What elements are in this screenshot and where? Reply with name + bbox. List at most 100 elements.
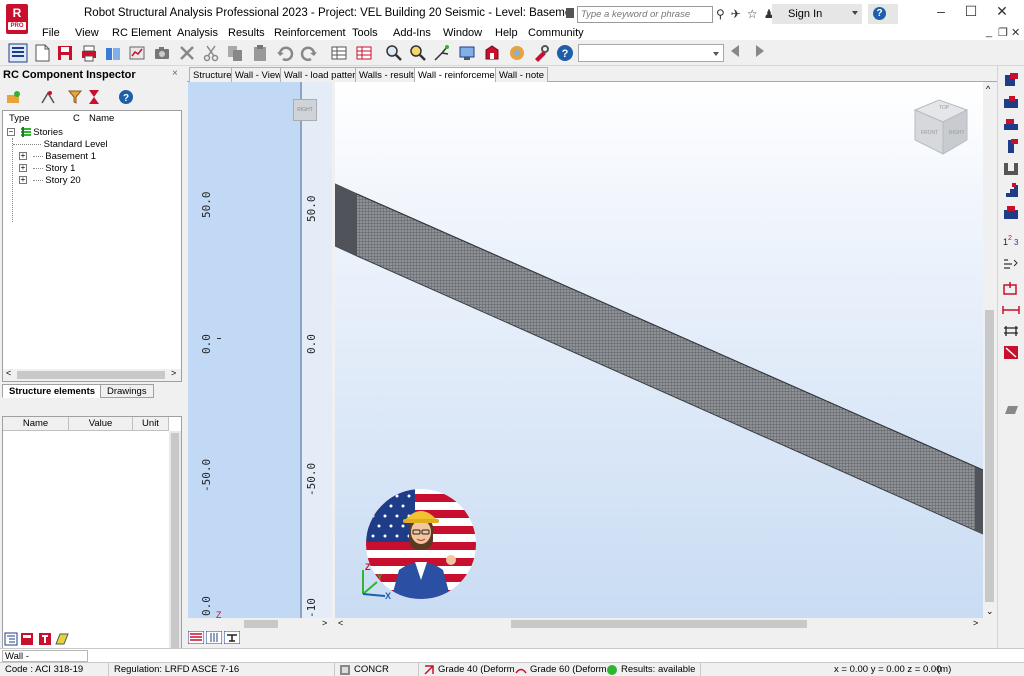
previous-arrow-icon[interactable] (731, 45, 739, 57)
menu-reinforcement[interactable]: Reinforcement (274, 27, 346, 39)
tree-view-icon[interactable] (4, 632, 18, 646)
view-cube[interactable]: TOP FRONT RIGHT (909, 96, 973, 160)
new-component-icon[interactable] (6, 89, 22, 105)
section-view-icon[interactable] (224, 631, 240, 644)
side-view-horizontal-scrollbar[interactable]: > (188, 618, 332, 630)
foundation-icon[interactable] (1002, 160, 1020, 176)
notes-icon[interactable] (55, 632, 69, 646)
columns-view-icon[interactable] (206, 631, 222, 644)
menu-analysis[interactable]: Analysis (177, 27, 218, 39)
tab-walls-results[interactable]: Walls - results (355, 67, 423, 82)
chevron-down-icon[interactable] (852, 11, 858, 15)
status-grade-2[interactable]: Grade 60 (Deform (530, 664, 607, 675)
sections-icon[interactable] (508, 44, 526, 62)
scissors-icon[interactable] (202, 44, 220, 62)
scroll-thumb[interactable] (17, 371, 165, 379)
sign-in-button[interactable]: Sign In (772, 4, 862, 24)
close-button[interactable]: ✕ (987, 3, 1017, 20)
screen-capture-icon[interactable] (153, 44, 171, 62)
help-icon[interactable]: ? (118, 89, 134, 105)
binoculars-icon[interactable]: ⚲ (716, 7, 725, 21)
status-material[interactable]: CONCR (354, 664, 389, 675)
help-icon[interactable]: ? (556, 44, 574, 62)
cut-icon[interactable] (178, 44, 196, 62)
app-logo[interactable]: R PRO (6, 4, 28, 34)
minimize-button[interactable]: – (926, 3, 956, 19)
help-button[interactable]: ? (868, 4, 898, 24)
menu-add-ins[interactable]: Add-Ins (393, 27, 431, 39)
structure-view-icon[interactable] (483, 44, 501, 62)
hourglass-icon[interactable] (86, 89, 102, 105)
tables-edit-icon[interactable] (355, 44, 373, 62)
tab-wall-note[interactable]: Wall - note (495, 67, 549, 82)
copy-icon[interactable] (226, 44, 244, 62)
rebar-icon[interactable] (1002, 322, 1020, 338)
scroll-left-icon[interactable]: < (6, 368, 11, 378)
scroll-down-icon[interactable]: ⌄ (986, 606, 994, 617)
next-arrow-icon[interactable] (756, 45, 764, 57)
tree-node-basement-1[interactable]: + Basement 1 (19, 151, 96, 162)
numbering-icon[interactable]: 123 (1002, 232, 1020, 248)
drawing-template-icon[interactable] (1002, 344, 1020, 360)
scroll-up-icon[interactable]: ^ (986, 84, 990, 94)
tree-node-standard-level[interactable]: Standard Level (13, 139, 108, 150)
redo-icon[interactable] (300, 44, 318, 62)
annotation-icon[interactable] (1002, 280, 1020, 296)
table-icon[interactable] (330, 44, 348, 62)
scroll-right-icon[interactable]: > (973, 618, 978, 628)
mdi-minimize-button[interactable]: _ (986, 26, 992, 38)
side-elevation-view[interactable]: RIGHT 50.0 0.0 -50.0 0.0 50.0 0.0 -50.0 … (188, 82, 332, 618)
print-icon[interactable] (80, 44, 98, 62)
tree-node-story-1[interactable]: + Story 1 (19, 163, 75, 174)
expand-icon[interactable]: + (19, 164, 27, 173)
title-expand-icon[interactable] (566, 8, 574, 18)
scroll-thumb[interactable] (511, 620, 807, 628)
status-grade-1[interactable]: Grade 40 (Deform (438, 664, 515, 675)
expand-icon[interactable]: + (19, 152, 27, 161)
paste-icon[interactable] (251, 44, 269, 62)
inspector-close-button[interactable]: × (172, 68, 178, 79)
expand-icon[interactable]: + (19, 176, 27, 185)
dimensions-icon[interactable] (1002, 256, 1020, 272)
zoom-icon[interactable] (385, 44, 403, 62)
command-input[interactable]: Wall - reinforcement (2, 650, 88, 673)
menu-rc-element[interactable]: RC Element (112, 27, 171, 39)
search-input[interactable]: Type a keyword or phrase (577, 6, 713, 23)
filter-icon[interactable] (68, 89, 84, 105)
panel-icon[interactable] (1002, 204, 1020, 220)
mdi-restore-button[interactable]: ❐ (998, 26, 1008, 39)
tab-structure-elements[interactable]: Structure elements (2, 384, 103, 398)
scroll-right-icon[interactable]: > (322, 618, 327, 628)
display-icon[interactable] (458, 44, 476, 62)
beam-icon[interactable] (1002, 116, 1020, 132)
menu-community[interactable]: Community (528, 27, 584, 39)
tab-wall-reinforcement[interactable]: Wall - reinforcement (414, 67, 507, 83)
template-icon[interactable] (38, 632, 52, 646)
print-preview-icon[interactable] (1002, 402, 1020, 418)
menu-help[interactable]: Help (495, 27, 518, 39)
scroll-thumb[interactable] (244, 620, 278, 628)
drawings-icon[interactable] (20, 632, 34, 646)
menu-view[interactable]: View (75, 27, 99, 39)
maximize-button[interactable]: ☐ (956, 3, 986, 20)
zoom-window-icon[interactable] (409, 44, 427, 62)
menu-results[interactable]: Results (228, 27, 265, 39)
save-icon[interactable] (56, 44, 74, 62)
select-icon[interactable] (433, 44, 451, 62)
scroll-thumb[interactable] (985, 310, 994, 602)
main-view-vertical-scrollbar[interactable]: ^ ⌄ (983, 82, 996, 618)
wall-icon[interactable] (1002, 72, 1020, 88)
tree-node-stories[interactable]: − Stories (7, 127, 63, 138)
column-icon[interactable] (1002, 138, 1020, 154)
tree-node-story-20[interactable]: + Story 20 (19, 175, 81, 186)
tree-horizontal-scrollbar[interactable]: < > (3, 368, 181, 381)
structure-model-icon[interactable] (8, 43, 28, 63)
scroll-left-icon[interactable]: < (338, 618, 343, 628)
calculate-icon[interactable] (40, 89, 56, 105)
tools-icon[interactable]: ✈ (731, 7, 741, 21)
tab-drawings[interactable]: Drawings (100, 384, 154, 398)
wall-reinforcement-3d-view[interactable]: TOP FRONT RIGHT Z Y X (335, 82, 983, 618)
star-icon[interactable]: ☆ (747, 7, 758, 21)
collapse-icon[interactable]: − (7, 128, 15, 137)
slab-icon[interactable] (1002, 94, 1020, 110)
